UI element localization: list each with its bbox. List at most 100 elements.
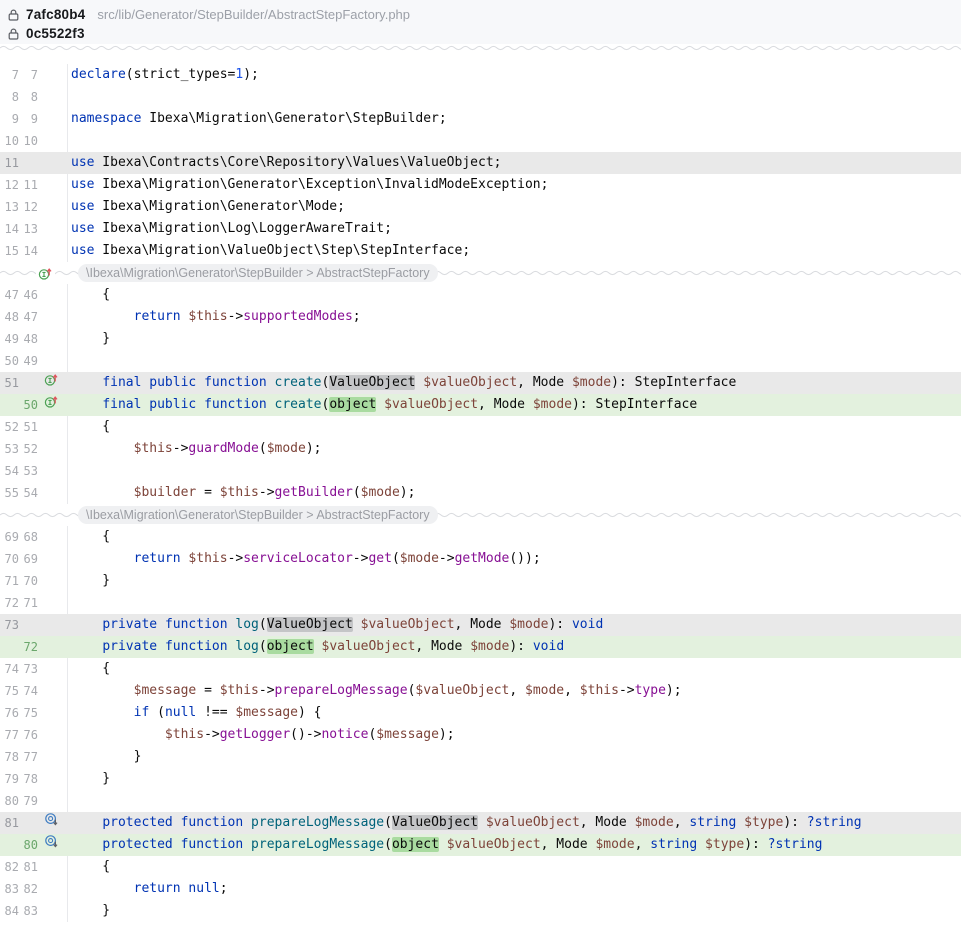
diff-row-added[interactable]: 50 final public function create(object $…	[0, 394, 961, 416]
diff-row[interactable]: 99namespace Ibexa\Migration\Generator\St…	[0, 108, 961, 130]
gutter[interactable]: 7170	[0, 570, 68, 592]
code-line[interactable]: }	[68, 328, 961, 350]
gutter[interactable]: 1312	[0, 196, 68, 218]
diff-row-removed[interactable]: 81 protected function prepareLogMessage(…	[0, 812, 961, 834]
line-number-old[interactable]: 80	[2, 790, 19, 812]
overridden-method-icon[interactable]	[44, 812, 59, 834]
diff-row[interactable]: 8079	[0, 790, 961, 812]
gutter[interactable]: 1514	[0, 240, 68, 262]
line-number-new[interactable]: 54	[21, 482, 38, 504]
code-line[interactable]: private function log(ValueObject $valueO…	[68, 614, 961, 636]
code-line[interactable]: return $this->serviceLocator->get($mode-…	[68, 548, 961, 570]
line-number-new[interactable]: 83	[21, 900, 38, 922]
line-number-new[interactable]: 52	[21, 438, 38, 460]
line-number-old[interactable]: 76	[2, 702, 19, 724]
diff-row[interactable]: 7877 }	[0, 746, 961, 768]
code-line[interactable]: use Ibexa\Migration\ValueObject\Step\Ste…	[68, 240, 961, 262]
line-number-old[interactable]: 14	[2, 218, 19, 240]
line-number-old[interactable]: 7	[2, 64, 19, 86]
line-number-new[interactable]: 80	[21, 834, 38, 856]
gutter[interactable]: 6968	[0, 526, 68, 548]
diff-row[interactable]: 6968 {	[0, 526, 961, 548]
gutter[interactable]: 5251	[0, 416, 68, 438]
diff-row[interactable]: 5453	[0, 460, 961, 482]
line-number-new[interactable]: 73	[21, 658, 38, 680]
line-number-old[interactable]: 47	[2, 284, 19, 306]
code-line[interactable]	[68, 592, 961, 614]
code-line[interactable]: {	[68, 658, 961, 680]
diff-row[interactable]: 1211use Ibexa\Migration\Generator\Except…	[0, 174, 961, 196]
line-number-old[interactable]: 10	[2, 130, 19, 152]
line-number-old[interactable]: 69	[2, 526, 19, 548]
diff-row[interactable]: 7776 $this->getLogger()->notice($message…	[0, 724, 961, 746]
line-number-new[interactable]: 8	[21, 86, 38, 108]
line-number-new[interactable]: 69	[21, 548, 38, 570]
line-number-old[interactable]: 11	[2, 152, 19, 174]
code-line[interactable]: }	[68, 570, 961, 592]
line-number-old[interactable]: 70	[2, 548, 19, 570]
code-line[interactable]: $builder = $this->getBuilder($mode);	[68, 482, 961, 504]
implements-method-icon[interactable]	[44, 394, 59, 416]
code-line[interactable]: {	[68, 856, 961, 878]
line-number-new[interactable]: 9	[21, 108, 38, 130]
line-number-old[interactable]: 78	[2, 746, 19, 768]
code-line[interactable]: {	[68, 416, 961, 438]
gutter[interactable]: 8483	[0, 900, 68, 922]
code-line[interactable]: if (null !== $message) {	[68, 702, 961, 724]
diff-row[interactable]: 7069 return $this->serviceLocator->get($…	[0, 548, 961, 570]
diff-row-added[interactable]: 80 protected function prepareLogMessage(…	[0, 834, 961, 856]
line-number-new[interactable]: 71	[21, 592, 38, 614]
code-line[interactable]	[68, 460, 961, 482]
line-number-new[interactable]: 68	[21, 526, 38, 548]
diff-row[interactable]: 7473 {	[0, 658, 961, 680]
line-number-old[interactable]: 12	[2, 174, 19, 196]
diff-row[interactable]: 8483 }	[0, 900, 961, 922]
line-number-old[interactable]: 81	[2, 812, 19, 834]
line-number-new[interactable]: 53	[21, 460, 38, 482]
gutter[interactable]: 1211	[0, 174, 68, 196]
code-line[interactable]: }	[68, 768, 961, 790]
line-number-new[interactable]: 49	[21, 350, 38, 372]
gutter[interactable]: 7978	[0, 768, 68, 790]
gutter[interactable]: 7473	[0, 658, 68, 680]
diff-row[interactable]: 4746 {	[0, 284, 961, 306]
gutter[interactable]: 1010	[0, 130, 68, 152]
gutter[interactable]: 88	[0, 86, 68, 108]
gutter[interactable]: 7877	[0, 746, 68, 768]
line-number-old[interactable]: 83	[2, 878, 19, 900]
line-number-new[interactable]: 75	[21, 702, 38, 724]
line-number-old[interactable]: 54	[2, 460, 19, 482]
code-line[interactable]: return null;	[68, 878, 961, 900]
gutter[interactable]: 1413	[0, 218, 68, 240]
line-number-old[interactable]: 71	[2, 570, 19, 592]
gutter[interactable]: 7675	[0, 702, 68, 724]
line-number-old[interactable]: 9	[2, 108, 19, 130]
line-number-new[interactable]: 70	[21, 570, 38, 592]
diff-row[interactable]: 1010	[0, 130, 961, 152]
diff-row[interactable]: 7170 }	[0, 570, 961, 592]
line-number-new[interactable]: 76	[21, 724, 38, 746]
diff-row[interactable]: 7978 }	[0, 768, 961, 790]
diff-row[interactable]: 8382 return null;	[0, 878, 961, 900]
line-number-new[interactable]: 11	[21, 174, 38, 196]
code-line[interactable]: use Ibexa\Migration\Generator\Mode;	[68, 196, 961, 218]
breadcrumb[interactable]: \Ibexa\Migration\Generator\StepBuilder >…	[78, 506, 438, 524]
diff-row[interactable]: 7271	[0, 592, 961, 614]
implements-method-icon[interactable]	[38, 270, 53, 285]
code-line[interactable]: private function log(object $valueObject…	[68, 636, 961, 658]
line-number-old[interactable]: 13	[2, 196, 19, 218]
gutter[interactable]: 51	[0, 372, 68, 394]
line-number-new[interactable]: 10	[21, 130, 38, 152]
code-line[interactable]	[68, 130, 961, 152]
diff-row[interactable]: 7574 $message = $this->prepareLogMessage…	[0, 680, 961, 702]
code-line[interactable]: $this->getLogger()->notice($message);	[68, 724, 961, 746]
line-number-new[interactable]: 13	[21, 218, 38, 240]
diff-row[interactable]: 1514use Ibexa\Migration\ValueObject\Step…	[0, 240, 961, 262]
diff-row-added[interactable]: 72 private function log(object $valueObj…	[0, 636, 961, 658]
gutter[interactable]: 4746	[0, 284, 68, 306]
gutter[interactable]: 5554	[0, 482, 68, 504]
line-number-old[interactable]: 55	[2, 482, 19, 504]
line-number-old[interactable]: 75	[2, 680, 19, 702]
diff-row[interactable]: 5352 $this->guardMode($mode);	[0, 438, 961, 460]
code-line[interactable]	[68, 790, 961, 812]
